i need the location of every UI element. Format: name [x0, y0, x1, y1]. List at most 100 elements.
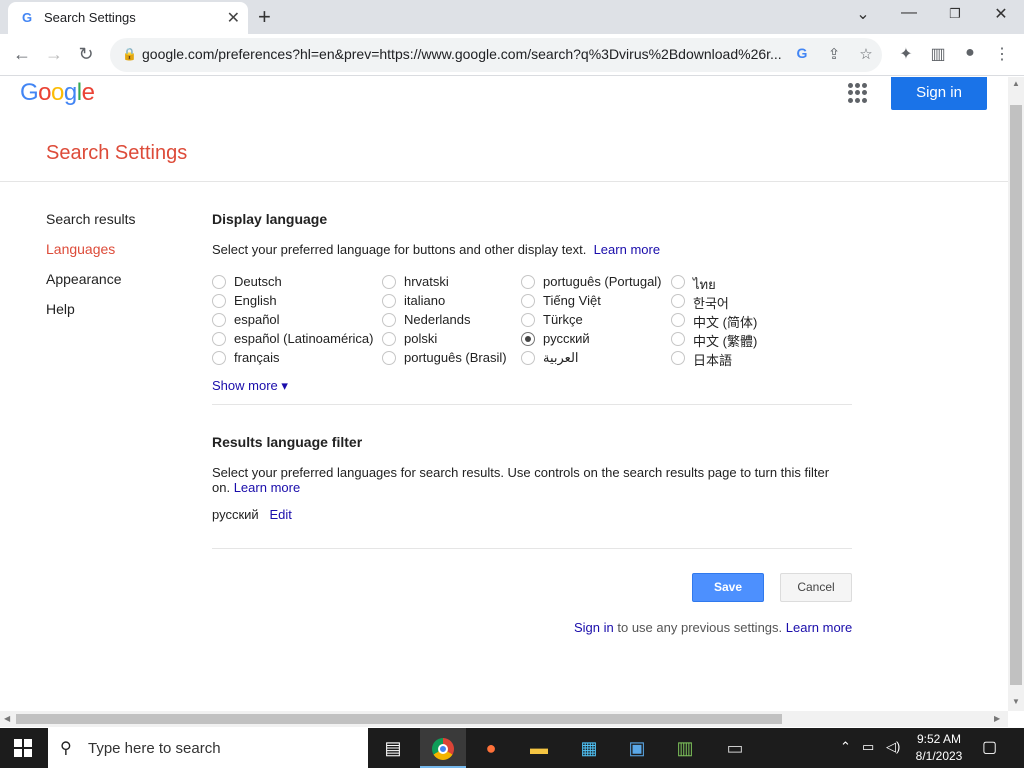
language-radio[interactable] [212, 313, 226, 327]
back-icon[interactable]: ← [10, 44, 34, 65]
language-option-label[interactable]: Deutsch [234, 274, 282, 289]
language-radio[interactable] [521, 313, 535, 327]
learn-more-link[interactable]: Learn more [234, 480, 300, 495]
show-more-link[interactable]: Show more ▾ [212, 378, 288, 394]
side-panel-icon[interactable]: ▥ [926, 44, 950, 64]
google-lens-icon[interactable]: G [791, 45, 813, 61]
chrome-icon[interactable] [420, 728, 466, 768]
scroll-up-icon[interactable]: ▲ [1012, 79, 1020, 88]
language-option-label[interactable]: ไทย [693, 274, 716, 295]
horizontal-scrollbar[interactable]: ◀ ▶ [0, 711, 1008, 727]
browser-tab[interactable]: G Search Settings ✕ [8, 2, 248, 34]
language-option-label[interactable]: русский [543, 331, 590, 346]
microsoft-store-icon[interactable]: ▦ [566, 728, 612, 768]
vertical-scrollbar[interactable]: ▲ ▼ [1008, 77, 1024, 711]
reload-icon[interactable]: ↻ [74, 44, 98, 65]
language-radio[interactable] [521, 351, 535, 365]
volume-icon[interactable]: ◁) [886, 739, 900, 755]
divider [0, 181, 1008, 182]
notifications-icon[interactable]: ▢ [982, 737, 997, 757]
scrollbar-thumb[interactable] [1010, 105, 1022, 685]
new-tab-icon[interactable]: + [258, 4, 271, 30]
taskbar-search-box[interactable]: ⚲ Type here to search [48, 728, 368, 768]
language-radio[interactable] [671, 294, 685, 308]
language-option-label[interactable]: hrvatski [404, 274, 449, 289]
photos-icon[interactable]: ▣ [614, 728, 660, 768]
spreadsheet-app-icon[interactable]: ▥ [662, 728, 708, 768]
firefox-icon[interactable]: ● [468, 728, 514, 768]
language-option-label[interactable]: italiano [404, 293, 445, 308]
language-option-label[interactable]: español [234, 312, 280, 327]
language-radio[interactable] [671, 332, 685, 346]
file-explorer-icon[interactable]: ▬ [516, 728, 562, 768]
scrollbar-thumb[interactable] [16, 714, 782, 724]
browser-tab-bar: G Search Settings ✕ + ⌄ — ❐ ✕ [0, 0, 1024, 34]
learn-more-link[interactable]: Learn more [786, 620, 852, 635]
language-radio[interactable] [212, 275, 226, 289]
scroll-down-icon[interactable]: ▼ [1012, 697, 1020, 706]
minimize-icon[interactable]: — [889, 4, 929, 22]
profile-icon[interactable]: ● [958, 44, 982, 62]
language-option-label[interactable]: português (Brasil) [404, 350, 507, 365]
task-view-icon[interactable]: ▤ [370, 728, 416, 768]
sidebar-item-appearance[interactable]: Appearance [46, 271, 122, 287]
language-radio[interactable] [521, 332, 535, 346]
restore-icon[interactable]: ❐ [935, 6, 975, 22]
language-option-label[interactable]: Nederlands [404, 312, 471, 327]
language-radio[interactable] [382, 275, 396, 289]
language-radio[interactable] [382, 294, 396, 308]
language-option-label[interactable]: Türkçe [543, 312, 583, 327]
address-bar[interactable]: 🔒 google.com/preferences?hl=en&prev=http… [110, 38, 882, 72]
terminal-icon[interactable]: ▭ [712, 728, 758, 768]
language-radio[interactable] [671, 313, 685, 327]
language-radio[interactable] [382, 332, 396, 346]
sidebar-item-search-results[interactable]: Search results [46, 211, 135, 227]
save-button[interactable]: Save [692, 573, 764, 602]
language-option-label[interactable]: English [234, 293, 277, 308]
language-radio[interactable] [212, 351, 226, 365]
sidebar-item-help[interactable]: Help [46, 301, 75, 317]
tab-close-icon[interactable]: ✕ [227, 8, 240, 28]
scroll-right-icon[interactable]: ▶ [994, 714, 1000, 723]
language-option-label[interactable]: français [234, 350, 280, 365]
language-option-label[interactable]: português (Portugal) [543, 274, 662, 289]
language-radio[interactable] [382, 313, 396, 327]
language-radio[interactable] [671, 275, 685, 289]
language-radio[interactable] [671, 351, 685, 365]
share-icon[interactable]: ⇪ [823, 45, 845, 63]
language-option-label[interactable]: 日本語 [693, 350, 732, 369]
forward-icon[interactable]: → [42, 44, 66, 65]
language-option-label[interactable]: 한국어 [693, 293, 729, 312]
sidebar-item-languages[interactable]: Languages [46, 241, 115, 257]
lock-icon[interactable]: 🔒 [122, 47, 137, 61]
taskbar-clock[interactable]: 9:52 AM 8/1/2023 [904, 731, 974, 765]
language-option-label[interactable]: العربية [543, 350, 579, 366]
language-option-label[interactable]: Tiếng Việt [543, 293, 601, 308]
tray-overflow-icon[interactable]: ⌃ [840, 739, 851, 755]
sign-in-link[interactable]: Sign in [574, 620, 614, 635]
network-icon[interactable]: ▭ [862, 739, 874, 755]
bookmark-star-icon[interactable]: ☆ [855, 45, 877, 63]
language-option-label[interactable]: 中文 (简体) [693, 312, 757, 331]
language-radio[interactable] [521, 294, 535, 308]
language-radio[interactable] [521, 275, 535, 289]
language-option-label[interactable]: polski [404, 331, 437, 346]
language-radio[interactable] [212, 294, 226, 308]
extensions-icon[interactable]: ✦ [894, 44, 918, 64]
google-logo[interactable]: Google [20, 79, 95, 107]
language-option-label[interactable]: 中文 (繁體) [693, 331, 757, 350]
learn-more-link[interactable]: Learn more [594, 242, 660, 257]
scroll-left-icon[interactable]: ◀ [4, 714, 10, 723]
url-text[interactable]: google.com/preferences?hl=en&prev=https:… [142, 46, 792, 62]
tab-search-icon[interactable]: ⌄ [843, 4, 883, 24]
apps-grid-icon[interactable] [848, 83, 868, 103]
windows-start-icon[interactable] [14, 739, 32, 757]
window-close-icon[interactable]: ✕ [981, 4, 1021, 24]
sign-in-button[interactable]: Sign in [891, 77, 987, 110]
menu-icon[interactable]: ⋮ [990, 44, 1014, 64]
language-option-label[interactable]: español (Latinoamérica) [234, 331, 373, 346]
cancel-button[interactable]: Cancel [780, 573, 852, 602]
language-radio[interactable] [382, 351, 396, 365]
edit-link[interactable]: Edit [270, 507, 292, 522]
language-radio[interactable] [212, 332, 226, 346]
